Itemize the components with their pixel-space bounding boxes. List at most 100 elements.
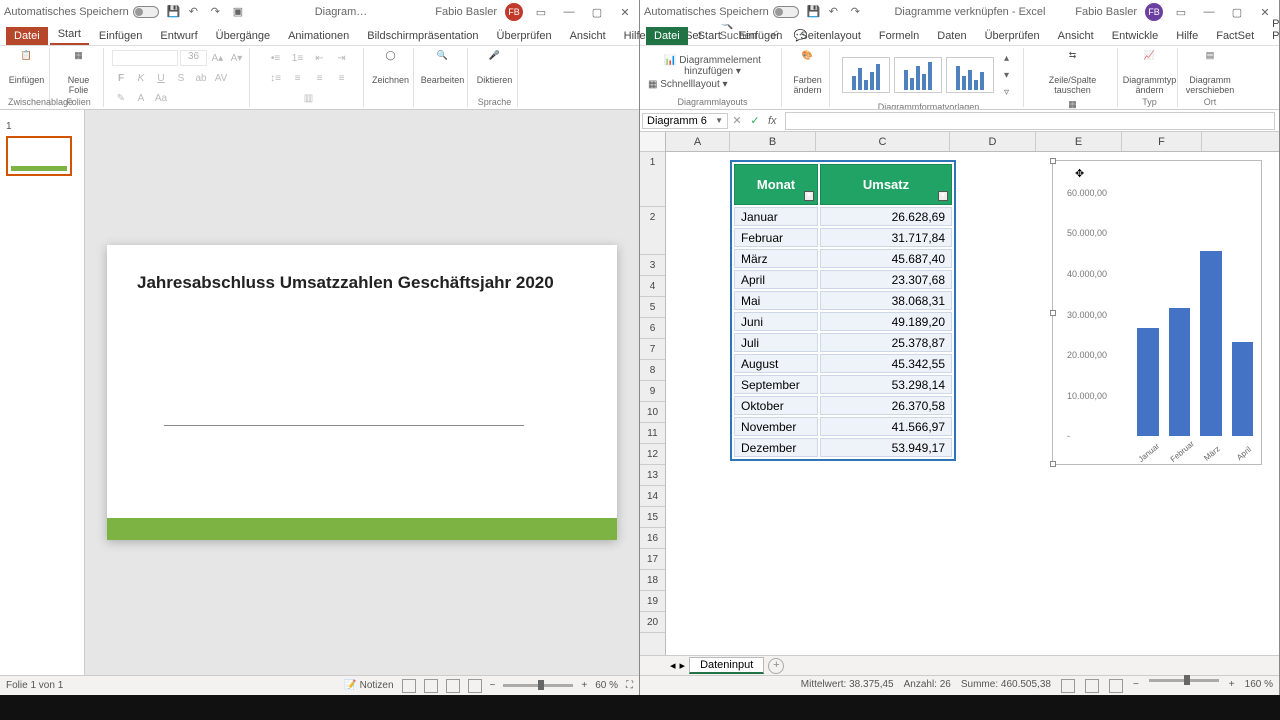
edit-button[interactable]: 🔍Bearbeiten: [422, 50, 463, 85]
slideshow-view-icon[interactable]: [468, 679, 482, 693]
paste-button[interactable]: 📋Einfügen: [8, 50, 45, 85]
zoom-level[interactable]: 160 %: [1245, 679, 1273, 693]
save-icon[interactable]: 💾: [807, 5, 821, 19]
table-row[interactable]: Februar31.717,84: [734, 228, 952, 247]
chart-bar[interactable]: [1200, 251, 1222, 436]
sheet-nav-prev[interactable]: ▸: [680, 659, 686, 672]
indent-right-button[interactable]: ⇥: [333, 50, 351, 66]
cell-month[interactable]: März: [734, 249, 818, 268]
data-table[interactable]: Monat▾ Umsatz▾ Januar26.628,69Februar31.…: [730, 160, 956, 461]
zoom-slider[interactable]: [503, 684, 573, 687]
close-button[interactable]: ✕: [615, 6, 635, 19]
numbering-button[interactable]: 1≡: [289, 50, 307, 66]
quick-layout-button[interactable]: ▦ Schnelllayout ▾: [648, 79, 728, 90]
cell-month[interactable]: November: [734, 417, 818, 436]
bullets-button[interactable]: •≡: [267, 50, 285, 66]
chart-bar[interactable]: [1232, 342, 1254, 436]
dictate-button[interactable]: 🎤Diktieren: [476, 50, 513, 85]
slide-title[interactable]: Jahresabschluss Umsatzzahlen Geschäftsja…: [137, 273, 587, 293]
tab-powerpi[interactable]: Power Pi: [1264, 15, 1280, 45]
bold-button[interactable]: F: [112, 70, 130, 86]
indent-left-button[interactable]: ⇤: [311, 50, 329, 66]
undo-icon[interactable]: ↶: [829, 5, 843, 19]
chart-handle[interactable]: [1050, 310, 1056, 316]
chart-bar[interactable]: [1137, 328, 1159, 436]
formula-bar[interactable]: [785, 112, 1275, 130]
tab-file[interactable]: Datei: [646, 27, 688, 45]
page-layout-view-icon[interactable]: [1085, 679, 1099, 693]
styles-scroll-up[interactable]: ▴: [998, 50, 1016, 66]
change-colors-button[interactable]: 🎨Farben ändern: [790, 50, 825, 95]
cell-value[interactable]: 45.687,40: [820, 249, 952, 268]
columns-button[interactable]: ▥: [300, 90, 318, 106]
select-data-button[interactable]: ▦Daten auswählen: [1038, 99, 1108, 110]
char-spacing-button[interactable]: AV: [212, 70, 230, 86]
change-chart-type-button[interactable]: 📈Diagrammtyp ändern: [1126, 50, 1173, 95]
minimize-button[interactable]: —: [559, 6, 579, 18]
worksheet-grid[interactable]: 1 2 34 56 78 910 1112 1314 1516 1718 192…: [640, 132, 1279, 655]
cell-month[interactable]: Februar: [734, 228, 818, 247]
cell-value[interactable]: 26.628,69: [820, 207, 952, 226]
page-break-view-icon[interactable]: [1109, 679, 1123, 693]
tab-help[interactable]: Hilfe: [1168, 27, 1206, 45]
add-chart-element-button[interactable]: 📊 Diagrammelement hinzufügen ▾: [648, 55, 777, 77]
cell-month[interactable]: Mai: [734, 291, 818, 310]
cell-month[interactable]: Juli: [734, 333, 818, 352]
redo-icon[interactable]: ↷: [211, 5, 225, 19]
new-slide-button[interactable]: ▦Neue Folie: [58, 50, 99, 95]
maximize-button[interactable]: ▢: [1227, 6, 1247, 19]
slideshow-start-icon[interactable]: ▣: [233, 5, 247, 19]
sheet-tab-dateninput[interactable]: Dateninput: [689, 657, 764, 674]
slide-canvas[interactable]: Jahresabschluss Umsatzzahlen Geschäftsja…: [85, 110, 639, 675]
cell-value[interactable]: 45.342,55: [820, 354, 952, 373]
minimize-button[interactable]: —: [1199, 6, 1219, 18]
zoom-out-button[interactable]: −: [1133, 679, 1139, 693]
cell-month[interactable]: September: [734, 375, 818, 394]
align-center-button[interactable]: ≡: [311, 70, 329, 86]
cancel-formula-icon[interactable]: ✕: [728, 114, 746, 127]
cell-month[interactable]: Juni: [734, 312, 818, 331]
styles-more[interactable]: ▿: [998, 84, 1016, 100]
tab-review[interactable]: Überprüfen: [489, 27, 560, 45]
increase-font-icon[interactable]: A▴: [209, 50, 226, 66]
table-row[interactable]: August45.342,55: [734, 354, 952, 373]
styles-scroll-down[interactable]: ▾: [998, 67, 1016, 83]
chart-handle[interactable]: [1050, 158, 1056, 164]
table-row[interactable]: März45.687,40: [734, 249, 952, 268]
cell-month[interactable]: Januar: [734, 207, 818, 226]
tab-developer[interactable]: Entwickle: [1104, 27, 1166, 45]
confirm-formula-icon[interactable]: ✓: [746, 114, 764, 127]
cell-month[interactable]: April: [734, 270, 818, 289]
zoom-in-button[interactable]: +: [1229, 679, 1235, 693]
add-sheet-button[interactable]: +: [768, 658, 784, 674]
name-box[interactable]: Diagramm 6▼: [642, 113, 728, 129]
table-row[interactable]: September53.298,14: [734, 375, 952, 394]
cell-value[interactable]: 53.298,14: [820, 375, 952, 394]
cell-value[interactable]: 53.949,17: [820, 438, 952, 457]
table-row[interactable]: November41.566,97: [734, 417, 952, 436]
chart-bar[interactable]: [1169, 308, 1191, 436]
tab-factset[interactable]: FactSet: [1208, 27, 1262, 45]
zoom-level[interactable]: 60 %: [595, 680, 618, 691]
chart-handle[interactable]: [1050, 461, 1056, 467]
filter-icon[interactable]: ▾: [938, 191, 948, 201]
tab-animations[interactable]: Animationen: [280, 27, 357, 45]
sorter-view-icon[interactable]: [424, 679, 438, 693]
shadow-button[interactable]: ab: [192, 70, 210, 86]
tab-start[interactable]: Start: [50, 25, 89, 45]
clear-format-button[interactable]: Aa: [152, 90, 170, 106]
notes-toggle[interactable]: 📝 Notizen: [344, 680, 393, 691]
chart-style-1[interactable]: [842, 57, 890, 93]
save-icon[interactable]: 💾: [167, 5, 181, 19]
tab-start[interactable]: Start: [690, 27, 729, 45]
cell-value[interactable]: 26.370,58: [820, 396, 952, 415]
chart-style-2[interactable]: [894, 57, 942, 93]
table-row[interactable]: Juni49.189,20: [734, 312, 952, 331]
table-row[interactable]: April23.307,68: [734, 270, 952, 289]
underline-button[interactable]: U: [152, 70, 170, 86]
normal-view-icon[interactable]: [1061, 679, 1075, 693]
tab-insert[interactable]: Einfügen: [731, 27, 790, 45]
cell-value[interactable]: 49.189,20: [820, 312, 952, 331]
cell-month[interactable]: Oktober: [734, 396, 818, 415]
fit-window-icon[interactable]: ⛶: [626, 680, 633, 691]
